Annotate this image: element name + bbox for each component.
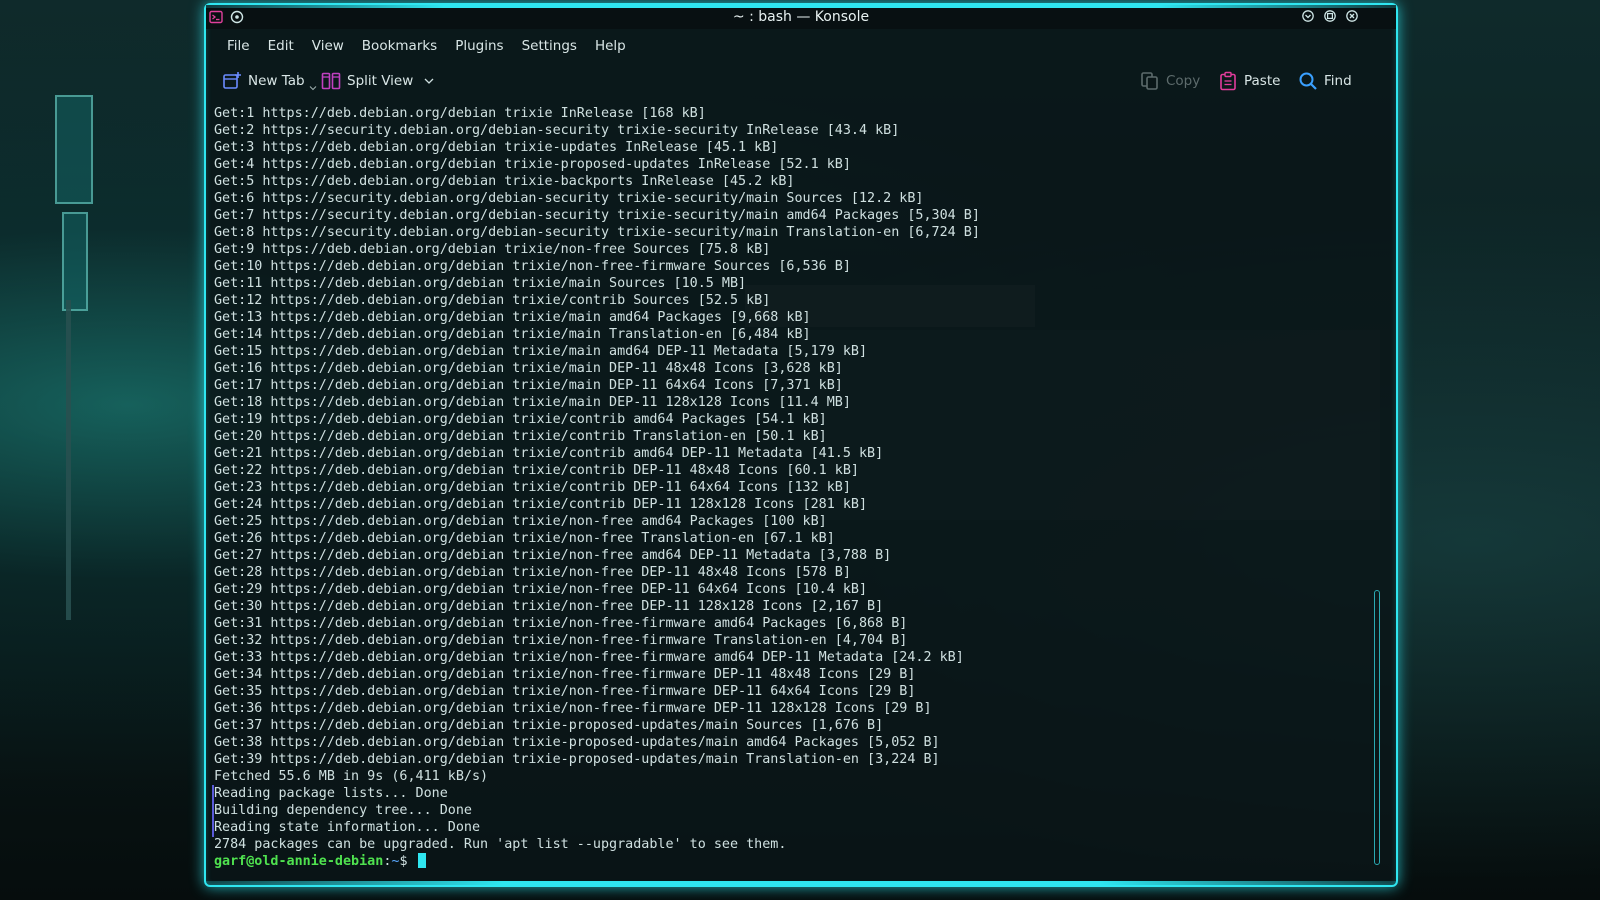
terminal-line: Reading state information... Done	[214, 820, 481, 835]
terminal-line: 2784 packages can be upgraded. Run 'apt …	[214, 837, 787, 852]
konsole-window: ~ : bash — Konsole File Edit View Bookma…	[204, 3, 1398, 887]
menu-edit[interactable]: Edit	[259, 35, 303, 57]
terminal-line: Get:34 https://deb.debian.org/debian tri…	[214, 667, 916, 682]
terminal-line: Building dependency tree... Done	[214, 803, 472, 818]
terminal-line: Get:19 https://deb.debian.org/debian tri…	[214, 412, 827, 427]
new-tab-label: New Tab	[248, 73, 305, 89]
terminal-line: Reading package lists... Done	[214, 786, 448, 801]
paste-label: Paste	[1244, 73, 1281, 89]
terminal-line: Get:39 https://deb.debian.org/debian tri…	[214, 752, 940, 767]
title-glow	[206, 5, 1396, 8]
menu-plugins[interactable]: Plugins	[446, 35, 512, 57]
close-icon[interactable]	[1346, 10, 1358, 22]
terminal-line: Get:37 https://deb.debian.org/debian tri…	[214, 718, 884, 733]
terminal-line: Get:16 https://deb.debian.org/debian tri…	[214, 361, 843, 376]
road-sign	[55, 95, 93, 204]
menu-view[interactable]: View	[303, 35, 353, 57]
terminal-line: Get:13 https://deb.debian.org/debian tri…	[214, 310, 811, 325]
split-view-icon	[321, 72, 341, 90]
terminal-line: Get:17 https://deb.debian.org/debian tri…	[214, 378, 843, 393]
terminal-line: Get:10 https://deb.debian.org/debian tri…	[214, 259, 851, 274]
text-cursor	[417, 853, 426, 868]
prompt-user: garf@old-annie-debian	[214, 854, 384, 869]
terminal-line: Get:5 https://deb.debian.org/debian trix…	[214, 174, 795, 189]
terminal-line: Get:6 https://security.debian.org/debian…	[214, 191, 924, 206]
copy-button[interactable]: Copy	[1140, 69, 1200, 93]
terminal-line: Get:11 https://deb.debian.org/debian tri…	[214, 276, 747, 291]
prompt-symbol: $	[399, 854, 416, 869]
menu-bookmarks[interactable]: Bookmarks	[353, 35, 446, 57]
copy-icon	[1141, 72, 1158, 90]
terminal-line: Get:2 https://security.debian.org/debian…	[214, 123, 900, 138]
terminal-line: Get:20 https://deb.debian.org/debian tri…	[214, 429, 827, 444]
maximize-icon[interactable]	[1324, 10, 1336, 22]
terminal-line: Get:38 https://deb.debian.org/debian tri…	[214, 735, 940, 750]
terminal-line: Get:12 https://deb.debian.org/debian tri…	[214, 293, 771, 308]
terminal-line: Get:32 https://deb.debian.org/debian tri…	[214, 633, 908, 648]
terminal-line: Get:1 https://deb.debian.org/debian trix…	[214, 106, 706, 121]
find-label: Find	[1324, 73, 1352, 89]
terminal-line: Fetched 55.6 MB in 9s (6,411 kB/s)	[214, 769, 489, 784]
menu-help[interactable]: Help	[586, 35, 635, 57]
prompt-line[interactable]: garf@old-annie-debian:~$	[214, 853, 1364, 870]
terminal-line: Get:27 https://deb.debian.org/debian tri…	[214, 548, 892, 563]
terminal-line: Get:22 https://deb.debian.org/debian tri…	[214, 463, 859, 478]
split-view-label: Split View	[347, 73, 414, 89]
scrollbar[interactable]	[1372, 105, 1382, 875]
terminal-line: Get:33 https://deb.debian.org/debian tri…	[214, 650, 964, 665]
chevron-down-icon[interactable]	[423, 75, 435, 87]
terminal-line: Get:36 https://deb.debian.org/debian tri…	[214, 701, 932, 716]
scrollbar-thumb[interactable]	[1374, 590, 1380, 865]
terminal-line: Get:9 https://deb.debian.org/debian trix…	[214, 242, 771, 257]
menu-file[interactable]: File	[218, 35, 259, 57]
terminal-line: Get:25 https://deb.debian.org/debian tri…	[214, 514, 827, 529]
menu-bar: File Edit View Bookmarks Plugins Setting…	[218, 35, 635, 57]
terminal-line: Get:28 https://deb.debian.org/debian tri…	[214, 565, 851, 580]
terminal-line: Get:14 https://deb.debian.org/debian tri…	[214, 327, 811, 342]
terminal-line: Get:35 https://deb.debian.org/debian tri…	[214, 684, 916, 699]
toolbar: New Tab Split View Copy Paste Find	[206, 65, 1396, 99]
terminal-line: Get:29 https://deb.debian.org/debian tri…	[214, 582, 868, 597]
command-marker	[212, 785, 214, 837]
terminal-line: Get:24 https://deb.debian.org/debian tri…	[214, 497, 868, 512]
terminal-line: Get:4 https://deb.debian.org/debian trix…	[214, 157, 851, 172]
terminal-line: Get:3 https://deb.debian.org/debian trix…	[214, 140, 779, 155]
new-tab-icon	[223, 72, 241, 89]
copy-label: Copy	[1166, 73, 1201, 89]
terminal-line: Get:21 https://deb.debian.org/debian tri…	[214, 446, 884, 461]
terminal-line: Get:15 https://deb.debian.org/debian tri…	[214, 344, 868, 359]
split-view-button[interactable]: Split View	[321, 69, 435, 93]
paste-button[interactable]: Paste	[1218, 69, 1280, 93]
search-icon	[1299, 72, 1317, 90]
bottom-glow	[206, 881, 1396, 885]
terminal-line: Get:26 https://deb.debian.org/debian tri…	[214, 531, 835, 546]
terminal-output[interactable]: Get:1 https://deb.debian.org/debian trix…	[214, 105, 1364, 875]
title-bar[interactable]: ~ : bash — Konsole	[206, 5, 1396, 29]
terminal-line: Get:18 https://deb.debian.org/debian tri…	[214, 395, 851, 410]
minimize-icon[interactable]	[1302, 10, 1314, 22]
window-title: ~ : bash — Konsole	[732, 9, 870, 25]
terminal-line: Get:31 https://deb.debian.org/debian tri…	[214, 616, 908, 631]
terminal-line: Get:8 https://security.debian.org/debian…	[214, 225, 980, 240]
menu-settings[interactable]: Settings	[513, 35, 586, 57]
terminal-line: Get:7 https://security.debian.org/debian…	[214, 208, 980, 223]
sign-pole	[66, 300, 71, 620]
find-button[interactable]: Find	[1298, 69, 1352, 93]
terminal-line: Get:30 https://deb.debian.org/debian tri…	[214, 599, 884, 614]
new-tab-button[interactable]: New Tab	[222, 69, 317, 93]
terminal-line: Get:23 https://deb.debian.org/debian tri…	[214, 480, 851, 495]
new-tab-menu-arrow-icon[interactable]	[309, 84, 317, 92]
parking-sign	[62, 212, 88, 311]
paste-icon	[1220, 71, 1236, 91]
